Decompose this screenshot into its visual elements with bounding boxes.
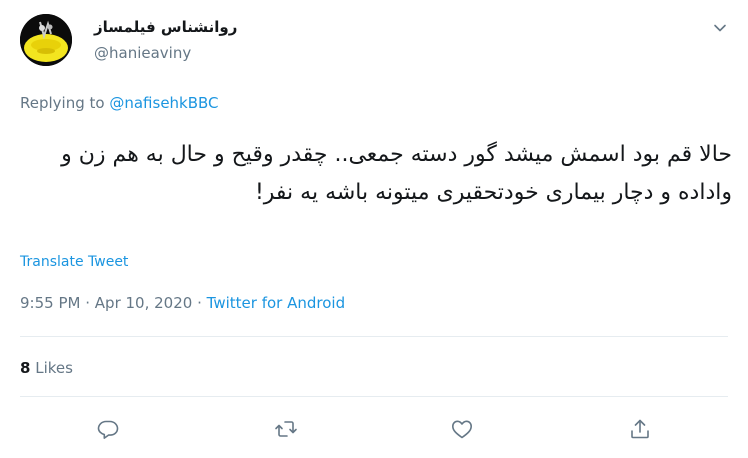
tweet-meta: 9:55 PM · Apr 10, 2020 · Twitter for And… bbox=[20, 294, 345, 312]
translate-tweet-link[interactable]: Translate Tweet bbox=[20, 254, 128, 270]
share-button[interactable] bbox=[625, 414, 655, 444]
tweet-time[interactable]: 9:55 PM bbox=[20, 294, 80, 312]
reply-mention-link[interactable]: @nafisehkBBC bbox=[109, 94, 218, 112]
avatar-image bbox=[20, 14, 72, 66]
replying-to: Replying to @nafisehkBBC bbox=[20, 94, 219, 112]
likes-label: Likes bbox=[35, 359, 73, 377]
likes-stat[interactable]: 8 Likes bbox=[20, 359, 73, 377]
author-handle[interactable]: @hanieaviny bbox=[94, 44, 191, 62]
meta-separator: · bbox=[85, 294, 91, 312]
reply-button[interactable] bbox=[93, 414, 123, 444]
divider bbox=[20, 396, 728, 397]
like-icon bbox=[452, 420, 472, 439]
tweet-source-link[interactable]: Twitter for Android bbox=[207, 294, 345, 312]
tweet-date[interactable]: Apr 10, 2020 bbox=[95, 294, 193, 312]
retweet-button[interactable] bbox=[271, 414, 301, 444]
divider bbox=[20, 336, 728, 337]
likes-count: 8 bbox=[20, 359, 31, 377]
like-button[interactable] bbox=[447, 414, 477, 444]
avatar[interactable] bbox=[20, 14, 72, 66]
chevron-down-icon bbox=[714, 24, 726, 32]
share-icon bbox=[631, 419, 649, 439]
retweet-icon bbox=[275, 421, 297, 437]
reply-icon bbox=[97, 420, 119, 439]
author-name[interactable]: روانشناس فیلمساز bbox=[94, 18, 237, 36]
meta-separator: · bbox=[197, 294, 202, 312]
tweet-text: حالا قم بود اسمش میشد گور دسته جمعی.. چق… bbox=[61, 142, 732, 205]
more-options-button[interactable] bbox=[708, 16, 732, 40]
replying-to-label: Replying to bbox=[20, 94, 105, 112]
